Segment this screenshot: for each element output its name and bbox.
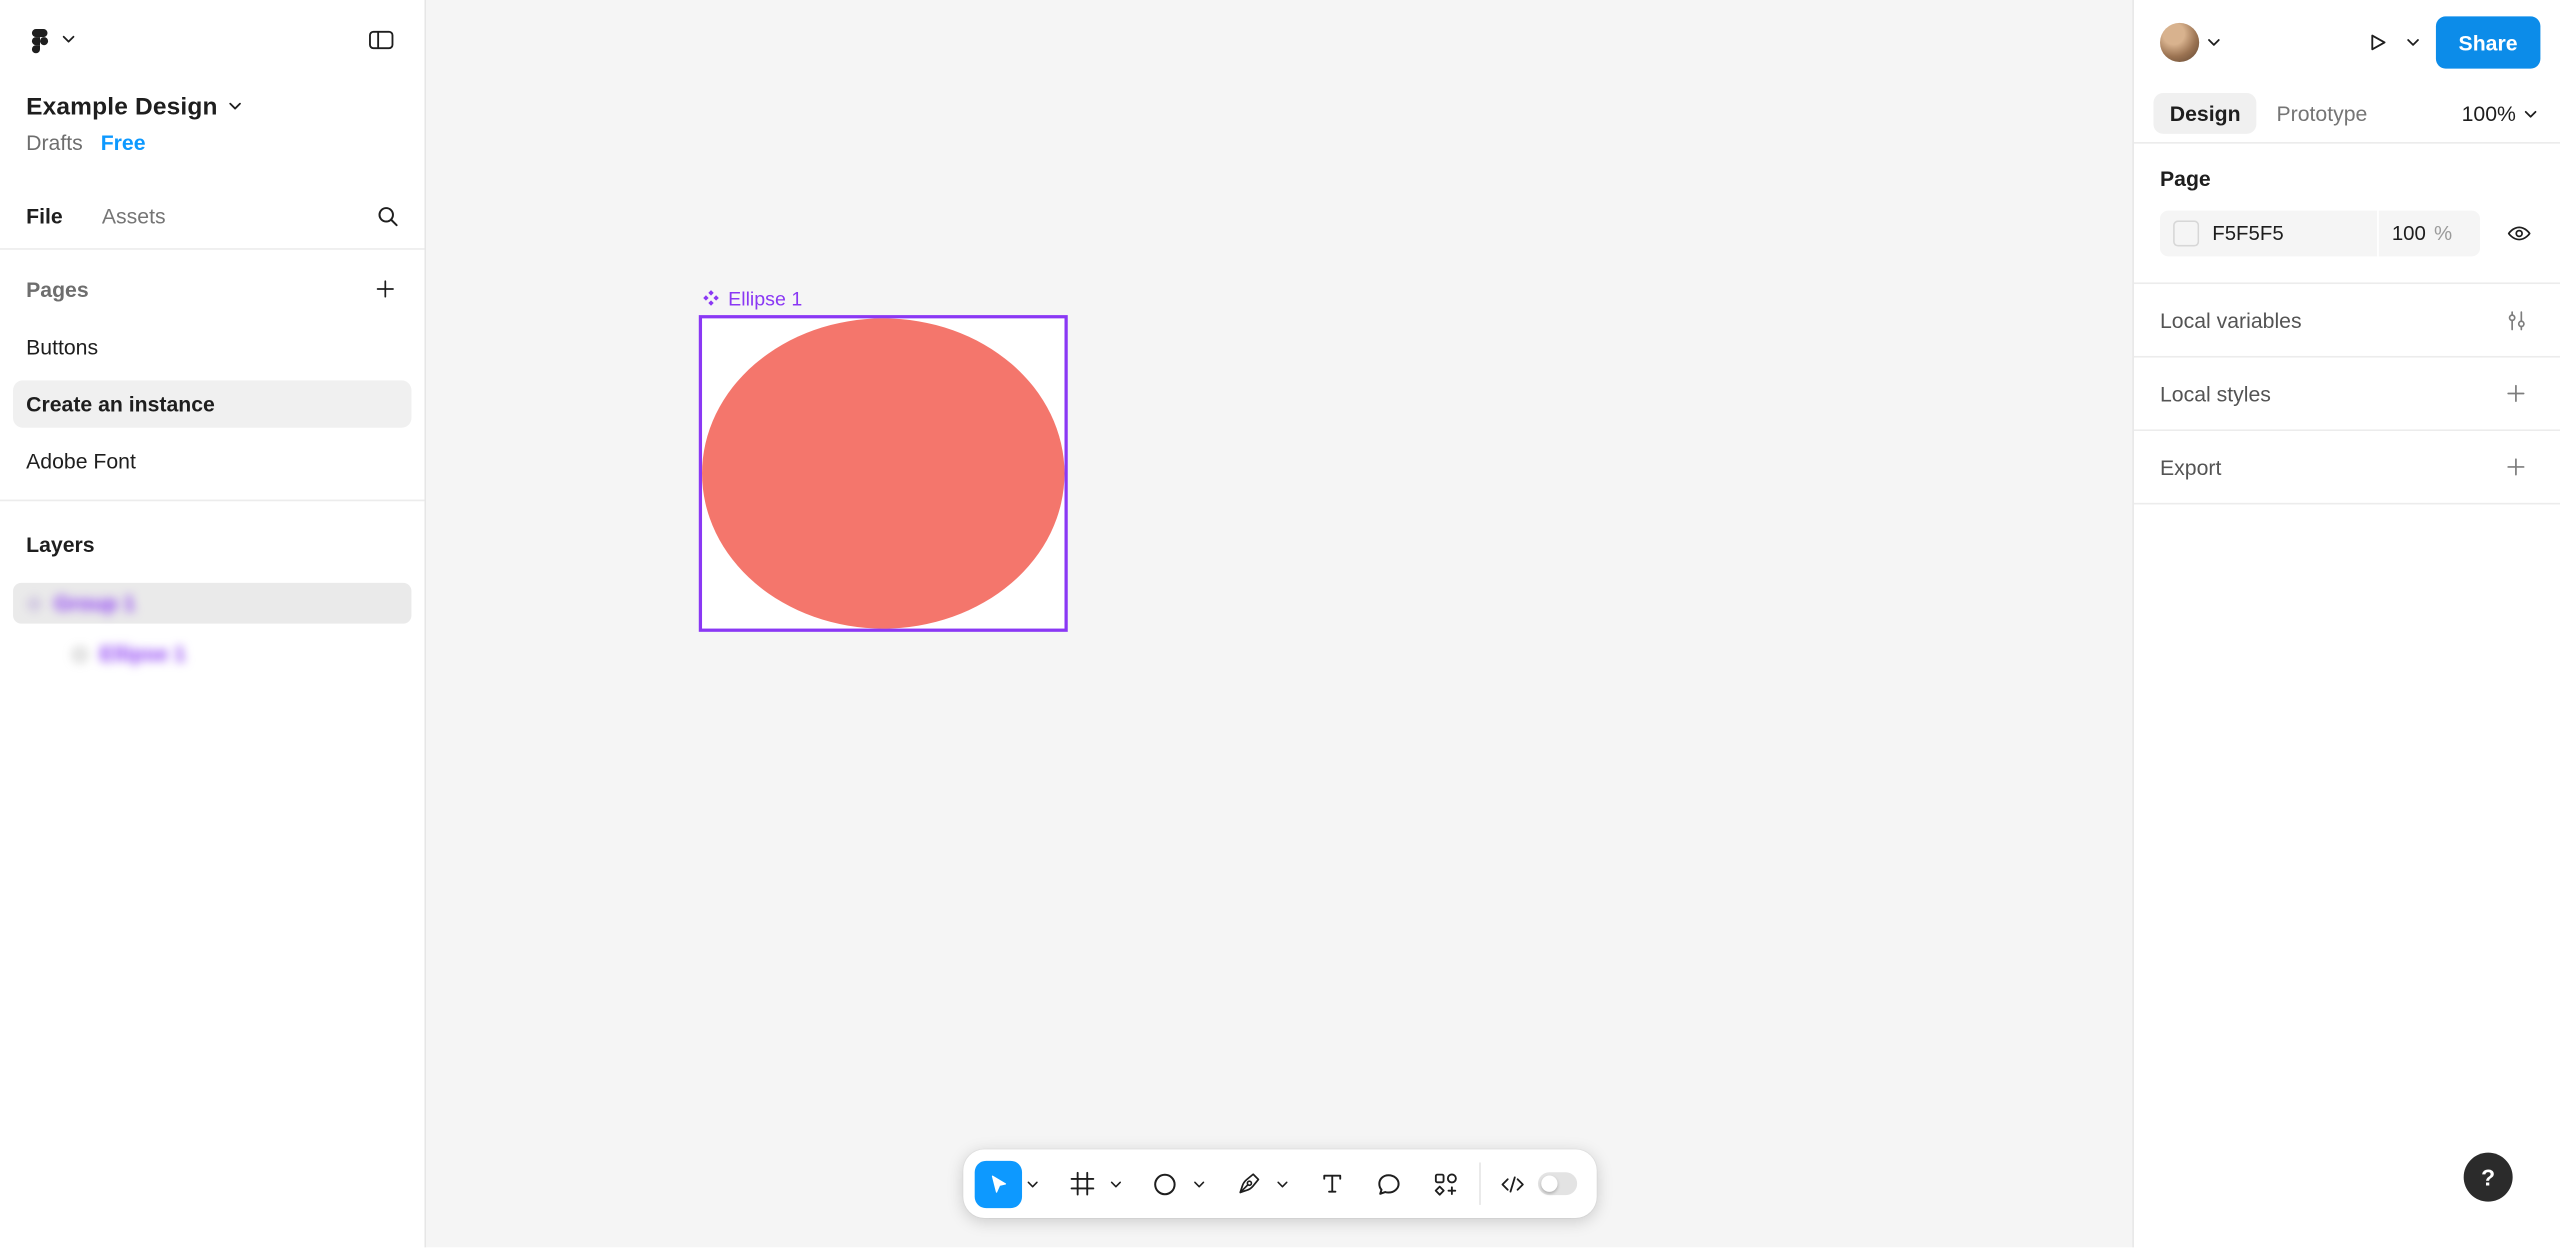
- frame-tool-menu-chevron[interactable]: [1105, 1160, 1126, 1207]
- present-menu-chevron[interactable]: [2406, 36, 2419, 49]
- figma-logo-icon: [26, 25, 54, 53]
- layer-row-child[interactable]: Ellipse 1: [13, 633, 411, 674]
- pages-header-row: Pages: [0, 260, 424, 319]
- selection-bounding-box[interactable]: [698, 315, 1068, 632]
- local-variables-label: Local variables: [2160, 307, 2302, 333]
- chevron-down-icon: [62, 33, 75, 46]
- visibility-eye-icon[interactable]: [2501, 216, 2537, 252]
- comment-tool-button[interactable]: [1365, 1160, 1412, 1207]
- page-item-create-an-instance[interactable]: Create an instance: [13, 380, 412, 428]
- adjust-sliders-icon[interactable]: [2495, 299, 2537, 341]
- selection-wrap: Ellipse 1: [698, 281, 1068, 632]
- figma-app: Example Design Drafts Free File Assets P…: [0, 0, 2560, 1248]
- left-sidebar-header: [0, 0, 424, 78]
- tab-design[interactable]: Design: [2153, 93, 2257, 134]
- account-chevron-icon[interactable]: [2207, 36, 2220, 49]
- add-style-button[interactable]: [2495, 372, 2537, 414]
- file-title-row[interactable]: Example Design: [0, 88, 424, 124]
- right-sidebar-tabs: Design Prototype 100%: [2133, 85, 2560, 144]
- file-location[interactable]: Drafts: [26, 130, 83, 154]
- toolbar-divider: [1479, 1162, 1481, 1205]
- add-page-button[interactable]: [364, 268, 406, 310]
- chevron-down-icon: [229, 100, 242, 113]
- text-tool-button[interactable]: [1308, 1160, 1355, 1207]
- panel-toggle-icon[interactable]: [359, 18, 401, 60]
- left-sidebar: Example Design Drafts Free File Assets P…: [0, 0, 427, 1248]
- pages-section: Pages Buttons Create an instance Adobe F…: [0, 260, 425, 502]
- canvas[interactable]: Ellipse 1: [426, 0, 2133, 1248]
- plan-badge[interactable]: Free: [101, 130, 146, 154]
- page-fill-hex-value: F5F5F5: [2212, 222, 2284, 245]
- local-variables-row[interactable]: Local variables: [2133, 284, 2560, 358]
- present-button[interactable]: [2356, 21, 2398, 63]
- layer-label: Ellipse 1: [99, 641, 186, 667]
- ellipse-layer-icon: [72, 646, 88, 662]
- component-icon: [702, 289, 720, 307]
- component-icon: [26, 595, 42, 611]
- shape-tool-button[interactable]: [1141, 1160, 1188, 1207]
- share-button[interactable]: Share: [2435, 16, 2541, 69]
- layers-header-row: Layers: [0, 514, 424, 573]
- tab-prototype[interactable]: Prototype: [2260, 93, 2384, 134]
- page-item-buttons[interactable]: Buttons: [0, 318, 424, 375]
- zoom-level: 100%: [2461, 101, 2516, 126]
- actions-tool-button[interactable]: [1422, 1160, 1469, 1207]
- selection-label-text: Ellipse 1: [728, 286, 803, 310]
- local-styles-row[interactable]: Local styles: [2133, 358, 2560, 432]
- file-title: Example Design: [26, 92, 218, 120]
- search-icon[interactable]: [366, 194, 408, 236]
- frame-tool-button[interactable]: [1058, 1160, 1105, 1207]
- main-menu-button[interactable]: [26, 25, 75, 53]
- shape-tool-menu-chevron[interactable]: [1189, 1160, 1210, 1207]
- user-avatar[interactable]: [2160, 22, 2200, 63]
- move-tool-menu-chevron[interactable]: [1022, 1160, 1043, 1207]
- help-button[interactable]: ?: [2463, 1152, 2513, 1202]
- page-fill-opacity-value: 100: [2391, 222, 2426, 245]
- page-fill-hex-input[interactable]: F5F5F5: [2160, 210, 2378, 257]
- left-sidebar-tabs: File Assets: [0, 183, 425, 250]
- layers-header: Layers: [26, 531, 95, 556]
- ellipse-shape[interactable]: [702, 318, 1065, 629]
- page-fill-opacity-input[interactable]: 100 %: [2378, 210, 2480, 257]
- bottom-toolbar: [963, 1149, 1597, 1218]
- page-fill-swatch[interactable]: [2173, 220, 2200, 247]
- export-row[interactable]: Export: [2133, 431, 2560, 505]
- layer-row-parent[interactable]: Group 1: [13, 582, 412, 624]
- layer-label: Group 1: [53, 591, 136, 616]
- add-export-button[interactable]: [2495, 446, 2537, 488]
- file-meta: Drafts Free: [0, 127, 424, 156]
- right-sidebar: Share Design Prototype 100% Page F5F5F5: [2132, 0, 2560, 1248]
- page-fill-opacity-unit: %: [2434, 222, 2453, 245]
- code-icon: [1499, 1170, 1527, 1198]
- page-section: Page F5F5F5 100 %: [2133, 144, 2560, 285]
- zoom-control[interactable]: 100%: [2461, 101, 2538, 126]
- tab-assets[interactable]: Assets: [102, 203, 166, 227]
- layers-section: Layers Group 1 Ellipse 1: [0, 501, 424, 674]
- dev-mode-toggle[interactable]: [1496, 1170, 1586, 1198]
- selection-label[interactable]: Ellipse 1: [699, 281, 1068, 315]
- zoom-chevron-icon: [2524, 107, 2537, 120]
- right-sidebar-header: Share: [2134, 0, 2560, 85]
- page-item-adobe-font[interactable]: Adobe Font: [0, 433, 424, 490]
- tab-file[interactable]: File: [26, 203, 63, 227]
- export-label: Export: [2160, 454, 2222, 480]
- page-fill-row: F5F5F5 100 %: [2160, 210, 2537, 257]
- page-section-title: Page: [2160, 166, 2211, 192]
- local-styles-label: Local styles: [2160, 381, 2271, 406]
- pages-header: Pages: [26, 276, 89, 302]
- pen-tool-button[interactable]: [1224, 1160, 1271, 1207]
- pen-tool-menu-chevron[interactable]: [1272, 1160, 1293, 1207]
- dev-mode-switch[interactable]: [1537, 1172, 1578, 1196]
- move-tool-button[interactable]: [974, 1160, 1023, 1208]
